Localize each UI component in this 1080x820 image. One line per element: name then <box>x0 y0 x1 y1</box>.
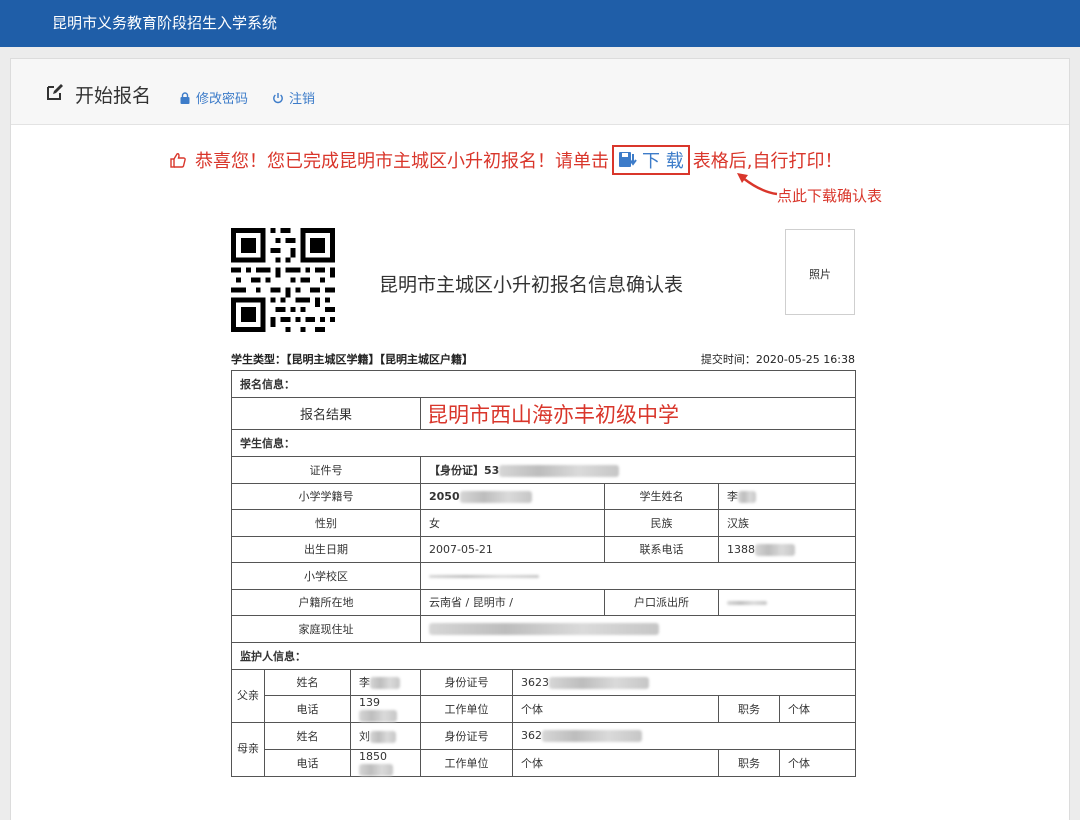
father-job-label: 职务 <box>718 695 780 723</box>
main-card: 开始报名 修改密码 注销 恭喜您！您已完成昆明市主城区小升初报名！请单击 下 载… <box>10 58 1070 820</box>
father-id-label: 身份证号 <box>420 668 513 696</box>
lock-icon <box>180 91 190 104</box>
qr-code <box>231 228 335 332</box>
table-row: 监护人信息： <box>231 641 856 670</box>
section-enroll: 报名信息： <box>231 370 856 398</box>
logout-link[interactable]: 注销 <box>272 88 315 107</box>
top-bar: 昆明市义务教育阶段招生入学系统 <box>0 0 1080 47</box>
arrow-icon <box>737 173 778 196</box>
download-icon <box>619 152 637 167</box>
download-button[interactable]: 下 载 <box>612 145 690 175</box>
form-title: 昆明市主城区小升初报名信息确认表 <box>379 274 684 296</box>
student-type: 学生类型：【昆明主城区学籍】【昆明主城区户籍】 <box>231 353 473 366</box>
table-row: 母亲 姓名 刘 身份证号 362 <box>231 722 856 777</box>
download-label: 下 载 <box>642 151 684 172</box>
download-hint: 点此下载确认表 <box>777 187 883 205</box>
power-icon <box>273 92 283 103</box>
mother-name-value: 刘 <box>350 722 421 750</box>
table-row: 证件号 【身份证】53 <box>231 456 856 484</box>
gender-value: 女 <box>420 509 605 537</box>
table-row: 父亲 姓名 李 身份证号 3623 <box>231 668 856 723</box>
id-value: 【身份证】53 <box>420 456 856 484</box>
photo-placeholder: 照片 <box>785 229 855 315</box>
father-work-value: 个体 <box>512 695 719 723</box>
mother-label: 母亲 <box>231 722 265 777</box>
ethnicity-value: 汉族 <box>718 509 856 537</box>
table-row: 学生信息： <box>231 429 856 457</box>
father-name-value: 李 <box>350 668 421 696</box>
table-row: 家庭现住址 <box>231 615 856 643</box>
table-row: 报名信息： <box>231 370 856 398</box>
enroll-result-label: 报名结果 <box>231 397 421 430</box>
change-password-label: 修改密码 <box>196 92 249 107</box>
table-row: 性别 女 民族 汉族 <box>231 509 856 537</box>
mother-phone-label: 电话 <box>264 748 351 777</box>
police-label: 户口派出所 <box>604 588 719 616</box>
section-guardian: 监护人信息： <box>231 641 856 670</box>
id-label: 证件号 <box>231 456 421 484</box>
mother-job-value: 个体 <box>779 748 856 777</box>
student-no-value: 2050 <box>420 482 605 510</box>
mother-id-value: 362 <box>512 722 856 750</box>
father-id-value: 3623 <box>512 668 856 696</box>
change-password-link[interactable]: 修改密码 <box>179 88 248 107</box>
success-notice: 恭喜您！您已完成昆明市主城区小升初报名！请单击 下 载 表格后,自行打印！ <box>169 145 843 175</box>
table-row: 户籍所在地 云南省 / 昆明市 / 户口派出所 <box>231 588 856 616</box>
mother-work-value: 个体 <box>512 748 719 777</box>
table-row: 小学校区 <box>231 562 856 590</box>
birth-value: 2007-05-21 <box>420 535 605 563</box>
hukou-label: 户籍所在地 <box>231 588 421 616</box>
student-no-label: 小学学籍号 <box>231 482 421 510</box>
address-value <box>420 615 856 643</box>
phone-value: 1388 <box>718 535 856 563</box>
mother-work-label: 工作单位 <box>420 748 513 777</box>
ethnicity-label: 民族 <box>604 509 719 537</box>
father-phone-label: 电话 <box>264 695 351 723</box>
table-row: 电话 139 工作单位 个体 职务 个体 <box>232 695 856 723</box>
mother-job-label: 职务 <box>718 748 780 777</box>
mother-name-label: 姓名 <box>264 722 351 750</box>
table-row: 出生日期 2007-05-21 联系电话 1388 <box>231 535 856 563</box>
section-student: 学生信息： <box>231 429 856 457</box>
birth-label: 出生日期 <box>231 535 421 563</box>
school-value <box>420 562 856 590</box>
father-job-value: 个体 <box>779 695 856 723</box>
table-row: 报名结果 昆明市西山海亦丰初级中学 <box>231 397 856 430</box>
enroll-result-value: 昆明市西山海亦丰初级中学 <box>420 397 856 430</box>
mother-id-label: 身份证号 <box>420 722 513 750</box>
notice-text-before: 恭喜您！您已完成昆明市主城区小升初报名！请单击 <box>195 151 609 172</box>
table-row: 小学学籍号 2050 学生姓名 李 <box>231 482 856 510</box>
father-name-label: 姓名 <box>264 668 351 696</box>
mother-phone-value: 1850 <box>350 748 421 777</box>
thumbs-up-icon <box>170 153 186 168</box>
hukou-value: 云南省 / 昆明市 / <box>420 588 605 616</box>
table-row: 电话 1850 工作单位 个体 职务 个体 <box>232 748 856 777</box>
submit-time: 提交时间：2020-05-25 16:38 <box>700 353 855 366</box>
name-label: 学生姓名 <box>604 482 719 510</box>
father-label: 父亲 <box>231 668 265 723</box>
father-phone-value: 139 <box>350 695 421 723</box>
address-label: 家庭现住址 <box>231 615 421 643</box>
card-header: 开始报名 修改密码 注销 <box>11 59 1069 125</box>
edit-icon <box>47 84 63 100</box>
father-work-label: 工作单位 <box>420 695 513 723</box>
notice-text-after: 表格后,自行打印！ <box>692 151 843 172</box>
page-title: 开始报名 <box>75 85 152 107</box>
police-value <box>718 588 856 616</box>
school-label: 小学校区 <box>231 562 421 590</box>
phone-label: 联系电话 <box>604 535 719 563</box>
info-table: 报名信息： 报名结果 昆明市西山海亦丰初级中学 学生信息： 证件号 【身份证】5… <box>231 370 856 777</box>
logout-label: 注销 <box>289 92 316 107</box>
gender-label: 性别 <box>231 509 421 537</box>
name-value: 李 <box>718 482 856 510</box>
app-title: 昆明市义务教育阶段招生入学系统 <box>52 14 278 32</box>
